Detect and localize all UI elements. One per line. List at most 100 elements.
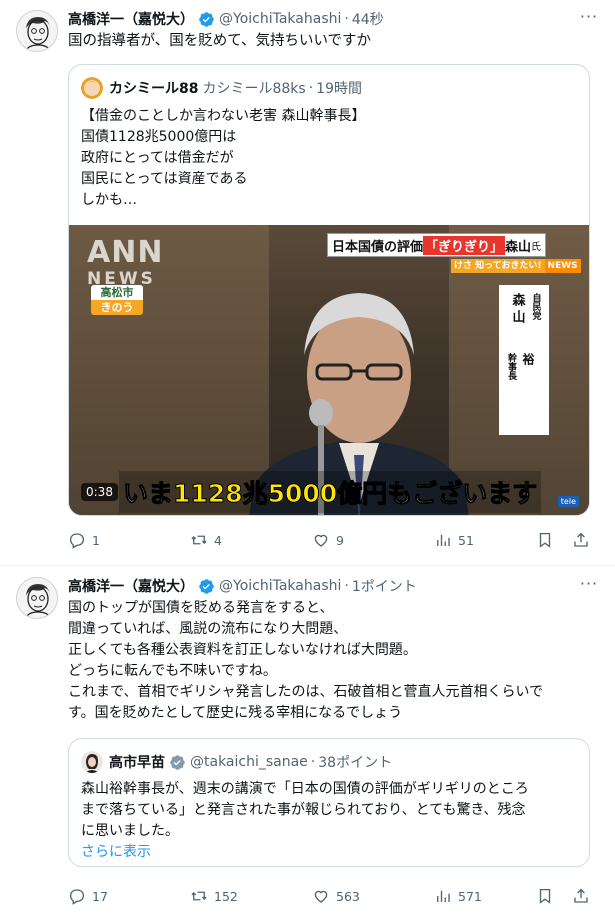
location-city: 高松市 bbox=[91, 285, 143, 300]
author-avatar[interactable] bbox=[16, 577, 58, 619]
quoted-tweet[interactable]: 高市早苗 @takaichi_sanae · 38ポイント 森山裕幹事長が、週末… bbox=[68, 738, 590, 867]
separator-dot: · bbox=[308, 80, 314, 96]
repost-count: 4 bbox=[214, 532, 222, 548]
headline-banner: 日本国債の評価 「ぎりぎり」 森山 氏 bbox=[327, 233, 547, 257]
author-name[interactable]: 高橋洋一（嘉悦大） bbox=[68, 576, 194, 596]
name-given: 裕 bbox=[521, 353, 535, 365]
quote-text-line: 政府にとっては借金だが bbox=[81, 150, 234, 166]
action-bar-right bbox=[536, 531, 590, 549]
timestamp[interactable]: 1ポイント bbox=[352, 576, 417, 596]
repost-icon bbox=[191, 891, 207, 901]
quote-text-line: に思いました。 bbox=[81, 823, 179, 839]
share-icon[interactable] bbox=[572, 531, 590, 549]
video-player[interactable]: ANN NEWS 高松市 きのう 日本国債の評価 「ぎりぎり」 森山 氏 けさ … bbox=[69, 225, 589, 515]
name-title: 幹事長 bbox=[506, 353, 516, 380]
quote-text-line: 国債1128兆5000億円は bbox=[81, 129, 237, 145]
timestamp[interactable]: 44秒 bbox=[352, 9, 384, 29]
reply-icon bbox=[69, 889, 85, 905]
views-icon bbox=[437, 534, 450, 546]
repost-count: 152 bbox=[214, 888, 238, 904]
quote-header: カシミール88 カシミール88ks · 19時間 bbox=[81, 77, 362, 99]
quoted-tweet[interactable]: カシミール88 カシミール88ks · 19時間 【借金のことしか言わない老害 … bbox=[68, 64, 590, 516]
location-tag: 高松市 きのう bbox=[91, 285, 143, 315]
more-icon[interactable]: ··· bbox=[579, 576, 599, 597]
video-duration: 0:38 bbox=[81, 483, 118, 501]
quote-avatar bbox=[81, 77, 103, 99]
caption-number: 1128兆5000億円 bbox=[173, 479, 388, 509]
author-name[interactable]: 高橋洋一（嘉悦大） bbox=[68, 9, 194, 29]
tweet-text-line: 正しくても各種公表資料を訂正しないなければ大問題。 bbox=[68, 642, 417, 658]
quote-text-line: まで落ちている」と発言された事が報じられており、とても驚き、残念 bbox=[81, 802, 526, 818]
tweet-text-line: 間違っていれば、風説の流布になり大問題、 bbox=[68, 621, 348, 637]
like-count: 563 bbox=[336, 888, 360, 904]
reply-icon bbox=[69, 533, 85, 549]
reply-button[interactable]: 17 bbox=[68, 887, 190, 905]
verified-badge-icon bbox=[199, 578, 214, 594]
quote-author-handle: カシミール88ks bbox=[202, 81, 306, 97]
tweet-text-line: これまで、首相でギリシャ発言したのは、石破首相と菅直人元首相くらいで bbox=[68, 684, 544, 700]
repost-button[interactable]: 4 bbox=[190, 531, 312, 549]
headline-highlight: 「ぎりぎり」 bbox=[423, 235, 506, 255]
like-count: 9 bbox=[336, 532, 344, 548]
tweet-text-line: どっちに転んでも不味いですね。 bbox=[68, 663, 277, 679]
author-handle[interactable]: @YoichiTakahashi bbox=[219, 11, 341, 27]
show-more-link[interactable]: さらに表示 bbox=[81, 842, 577, 863]
broadcaster-corner-logo: tele bbox=[557, 496, 579, 507]
caption-post: もございます bbox=[387, 479, 538, 509]
action-bar-right bbox=[536, 887, 590, 905]
separator-dot: · bbox=[344, 578, 349, 594]
headline-suffix: 氏 bbox=[531, 241, 542, 253]
tweet[interactable]: 高橋洋一（嘉悦大） @YoichiTakahashi · 44秒 ··· 国の指… bbox=[0, 0, 615, 566]
repost-icon bbox=[191, 535, 207, 545]
video-caption: いま 1128兆5000億円 もございます bbox=[119, 471, 542, 513]
views-count: 51 bbox=[458, 532, 474, 548]
news-logo: ANN NEWS bbox=[87, 235, 167, 290]
quote-author-name: 高市早苗 bbox=[109, 755, 165, 771]
quote-header: 高市早苗 @takaichi_sanae · 38ポイント bbox=[81, 751, 392, 773]
views-button[interactable]: 571 bbox=[434, 887, 482, 905]
repost-button[interactable]: 152 bbox=[190, 887, 312, 905]
quote-avatar bbox=[81, 751, 103, 773]
more-icon[interactable]: ··· bbox=[579, 9, 599, 30]
tweet-text: 国の指導者が、国を貶めて、気持ちいいですか bbox=[68, 31, 599, 52]
tweet-text-line: 国の指導者が、国を貶めて、気持ちいいですか bbox=[68, 33, 372, 49]
like-button[interactable]: 563 bbox=[312, 887, 434, 905]
reply-count: 17 bbox=[92, 888, 108, 904]
like-button[interactable]: 9 bbox=[312, 531, 434, 549]
views-icon bbox=[437, 890, 450, 902]
tweet-text-line: す。国を貶めたとして歴史に残る宰相になるでしょう bbox=[68, 705, 403, 721]
tweet[interactable]: 高橋洋一（嘉悦大） @YoichiTakahashi · 1ポイント ··· 国… bbox=[0, 567, 615, 924]
like-icon bbox=[314, 890, 328, 903]
action-bar: 1 4 9 51 bbox=[68, 530, 590, 550]
views-count: 571 bbox=[458, 888, 482, 904]
verified-badge-icon bbox=[199, 11, 214, 27]
reply-button[interactable]: 1 bbox=[68, 531, 190, 549]
caption-pre: いま bbox=[122, 479, 174, 509]
like-icon bbox=[314, 534, 328, 547]
tweet-header: 高橋洋一（嘉悦大） @YoichiTakahashi · 44秒 bbox=[68, 9, 384, 29]
separator-dot: · bbox=[310, 754, 316, 770]
news-logo-main: ANN bbox=[87, 235, 164, 270]
ticker-bar: けさ 知っておきたい! NEWS bbox=[451, 259, 581, 273]
bookmark-icon[interactable] bbox=[536, 887, 554, 905]
bookmark-icon[interactable] bbox=[536, 531, 554, 549]
quote-text-line: 森山裕幹事長が、週末の講演で「日本の国債の評価がギリギリのところ bbox=[81, 781, 529, 797]
author-avatar[interactable] bbox=[16, 10, 58, 52]
author-handle[interactable]: @YoichiTakahashi bbox=[219, 578, 341, 594]
name-plate-given: 裕 幹事長 bbox=[506, 353, 537, 433]
quote-text-line: 【借金のことしか言わない老害 森山幹事長】 bbox=[81, 108, 366, 124]
quote-text: 【借金のことしか言わない老害 森山幹事長】 国債1128兆5000億円は 政府に… bbox=[81, 106, 577, 211]
headline-name: 森山 bbox=[505, 239, 532, 255]
quote-timestamp: 19時間 bbox=[316, 81, 362, 97]
verified-badge-icon bbox=[170, 754, 185, 770]
reply-count: 1 bbox=[92, 532, 100, 548]
ticker-right: NEWS bbox=[544, 259, 581, 273]
ticker-left: けさ 知っておきたい! bbox=[451, 259, 545, 273]
separator-dot: · bbox=[344, 11, 349, 27]
quote-text: 森山裕幹事長が、週末の講演で「日本の国債の評価がギリギリのところ まで落ちている… bbox=[81, 779, 577, 863]
tweet-text-line: 国のトップが国債を貶める発言をすると、 bbox=[68, 600, 334, 616]
share-icon[interactable] bbox=[572, 887, 590, 905]
tweet-text: 国のトップが国債を貶める発言をすると、 間違っていれば、風説の流布になり大問題、… bbox=[68, 598, 599, 724]
views-button[interactable]: 51 bbox=[434, 531, 474, 549]
quote-author-name: カシミール88 bbox=[109, 81, 199, 97]
